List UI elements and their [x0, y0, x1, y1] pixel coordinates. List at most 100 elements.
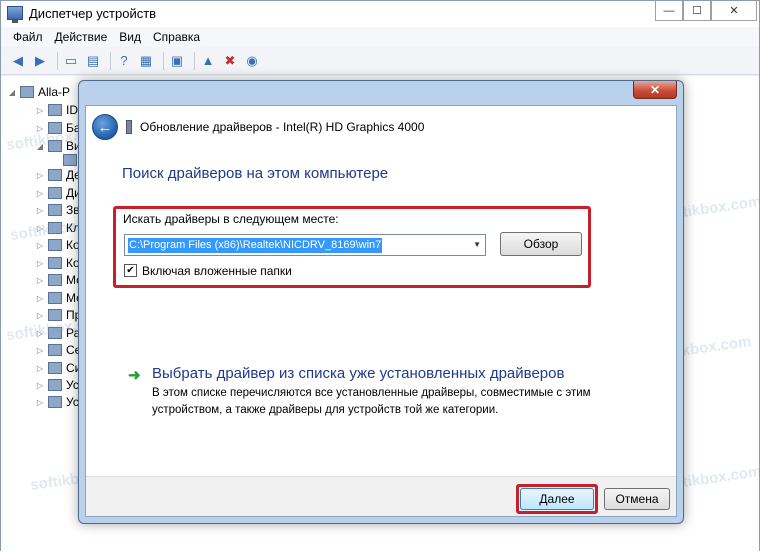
menu-help[interactable]: Справка — [147, 30, 206, 44]
tree-item[interactable]: ▷ Ко — [35, 255, 80, 271]
section-title: Поиск драйверов на этом компьютере — [122, 165, 389, 182]
tree-item[interactable]: ▷ Де — [35, 167, 81, 183]
scan-hardware-icon[interactable]: ▣ — [168, 52, 186, 70]
computer-icon — [20, 86, 34, 98]
tree-item[interactable]: ▷ Ба — [35, 120, 81, 136]
browse-button[interactable]: Обзор — [500, 232, 582, 256]
window-title: Диспетчер устройств — [29, 6, 157, 21]
expand-arrow-icon[interactable]: ▷ — [35, 224, 45, 233]
tree-item[interactable]: ▷ Ус — [35, 377, 79, 393]
device-category-icon — [48, 122, 62, 134]
menu-bar: Файл Действие Вид Справка — [1, 27, 759, 47]
device-category-icon — [48, 292, 62, 304]
tree-item[interactable]: ▷ Пр — [35, 307, 81, 323]
collapse-arrow-icon[interactable]: ◢ — [35, 142, 45, 151]
device-category-icon — [48, 104, 62, 116]
pick-from-list-link[interactable]: Выбрать драйвер из списка уже установлен… — [152, 365, 564, 382]
dialog-title: Обновление драйверов - Intel(R) HD Graph… — [140, 120, 425, 134]
device-category-icon — [48, 309, 62, 321]
green-arrow-icon[interactable]: ➜ — [128, 366, 141, 384]
dialog-content: ← Обновление драйверов - Intel(R) HD Gra… — [85, 105, 677, 517]
tree-item[interactable]: ▷ Ус — [35, 394, 79, 410]
include-subfolders-checkbox[interactable]: ✔ — [124, 264, 137, 277]
toolbar-separator — [57, 51, 58, 70]
expand-arrow-icon[interactable]: ▷ — [35, 106, 45, 115]
tree-item-label: Ус — [66, 395, 79, 409]
menu-view[interactable]: Вид — [113, 30, 147, 44]
graphics-card-icon — [126, 120, 132, 134]
toolbar: ◀ ▶ ▭ ▤ ? ▦ ▣ ▲ ✖ ◉ — [1, 47, 759, 75]
tree-item[interactable]: ▷ Кл — [35, 220, 80, 236]
help-icon[interactable]: ? — [115, 52, 133, 70]
close-button[interactable]: ✕ — [711, 1, 757, 21]
driver-path-value[interactable]: C:\Program Files (x86)\Realtek\NICDRV_81… — [128, 238, 383, 253]
expand-arrow-icon[interactable]: ▷ — [35, 171, 45, 180]
title-bar: Диспетчер устройств — ☐ ✕ — [1, 1, 759, 27]
tree-item[interactable]: ▷ Си — [35, 360, 81, 376]
expand-arrow-icon[interactable]: ▷ — [35, 364, 45, 373]
uninstall-icon[interactable]: ✖ — [221, 52, 239, 70]
device-category-icon — [48, 239, 62, 251]
expand-arrow-icon[interactable]: ▷ — [35, 189, 45, 198]
expand-arrow-icon[interactable]: ▷ — [35, 124, 45, 133]
device-category-icon — [48, 344, 62, 356]
tree-item[interactable]: ▷ Се — [35, 342, 81, 358]
search-location-label: Искать драйверы в следующем месте: — [123, 212, 339, 226]
menu-file[interactable]: Файл — [7, 30, 49, 44]
toolbar-separator — [110, 51, 111, 70]
device-category-icon — [48, 396, 62, 408]
update-driver-icon[interactable]: ▲ — [199, 52, 217, 70]
driver-path-combobox[interactable]: C:\Program Files (x86)\Realtek\NICDRV_81… — [124, 234, 486, 256]
collapse-arrow-icon[interactable]: ◢ — [7, 88, 17, 97]
dropdown-arrow-icon[interactable]: ▼ — [473, 240, 481, 249]
tree-item[interactable]: ▷ Ко — [35, 237, 80, 253]
expand-arrow-icon[interactable]: ▷ — [35, 311, 45, 320]
toolbar-separator — [163, 51, 164, 70]
expand-arrow-icon[interactable]: ▷ — [35, 259, 45, 268]
device-manager-icon — [7, 6, 23, 23]
tree-item[interactable]: ▷ ID — [35, 102, 78, 118]
expand-arrow-icon[interactable]: ▷ — [35, 206, 45, 215]
expand-arrow-icon[interactable]: ▷ — [35, 276, 45, 285]
tree-item-label: Alla-P — [38, 85, 71, 99]
tree-item[interactable]: ▷ Мо — [35, 272, 83, 288]
back-arrow-icon[interactable]: ◀ — [9, 52, 27, 70]
next-button[interactable]: Далее — [520, 488, 594, 510]
tree-item[interactable]: ▷ Ди — [35, 185, 81, 201]
device-category-icon — [48, 222, 62, 234]
dialog-close-button[interactable]: ✕ — [633, 81, 677, 99]
tree-item[interactable]: ▷ Зв — [35, 202, 80, 218]
window-controls: — ☐ ✕ — [655, 1, 757, 21]
forward-arrow-icon[interactable]: ▶ — [31, 52, 49, 70]
include-subfolders-label[interactable]: Включая вложенные папки — [142, 264, 292, 278]
device-category-icon — [48, 379, 62, 391]
expand-arrow-icon[interactable]: ▷ — [35, 329, 45, 338]
monitor-icon — [63, 154, 77, 166]
back-arrow-icon[interactable]: ← — [92, 114, 118, 140]
toolbar-separator — [194, 51, 195, 70]
expand-arrow-icon[interactable]: ▷ — [35, 381, 45, 390]
device-category-icon — [48, 187, 62, 199]
dialog-header: ← Обновление драйверов - Intel(R) HD Gra… — [86, 106, 676, 144]
minimize-button[interactable]: — — [655, 1, 683, 21]
console-icon[interactable]: ▦ — [137, 52, 155, 70]
device-category-icon — [48, 257, 62, 269]
tree-item[interactable]: ▷ Мо — [35, 290, 83, 306]
pick-from-list-description: В этом списке перечисляются все установл… — [152, 387, 591, 416]
dialog-footer: Далее Отмена — [86, 476, 676, 516]
computer-icon[interactable]: ▭ — [62, 52, 80, 70]
device-category-icon — [48, 362, 62, 374]
expand-arrow-icon[interactable]: ▷ — [35, 398, 45, 407]
expand-arrow-icon[interactable]: ▷ — [35, 241, 45, 250]
tree-root[interactable]: ◢ Alla-P — [7, 84, 70, 100]
properties-icon[interactable]: ▤ — [84, 52, 102, 70]
cancel-button[interactable]: Отмена — [604, 488, 670, 510]
maximize-button[interactable]: ☐ — [683, 1, 711, 21]
bluetooth-icon — [48, 327, 62, 339]
menu-action[interactable]: Действие — [49, 30, 114, 44]
expand-arrow-icon[interactable]: ▷ — [35, 294, 45, 303]
enable-device-icon[interactable]: ◉ — [243, 52, 261, 70]
expand-arrow-icon[interactable]: ▷ — [35, 346, 45, 355]
tree-item-label: Ус — [66, 378, 79, 392]
tree-item[interactable]: ▷ Ра — [35, 325, 80, 341]
